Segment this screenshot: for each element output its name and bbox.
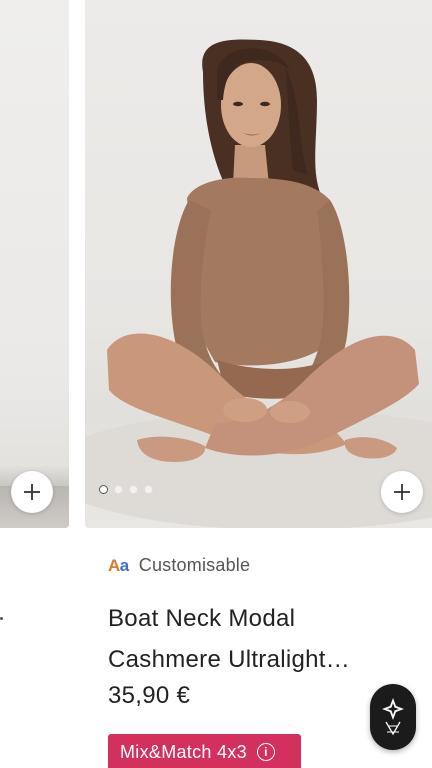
customisable-label: Customisable [138,555,251,575]
carousel-dot-3[interactable] [129,485,138,494]
mix-match-promo-badge[interactable]: Mix&Match 4x3 i [108,734,301,768]
model-photo [85,39,432,528]
carousel-dot-4[interactable] [144,485,153,494]
left-product-image[interactable] [0,0,69,528]
product-title-line-1[interactable]: Boat Neck Modal [108,598,408,639]
plus-icon [24,484,40,500]
main-product-image[interactable] [85,0,432,528]
main-add-to-cart-button[interactable] [381,471,423,513]
left-add-to-cart-button[interactable] [11,471,53,513]
brand-floating-button[interactable] [370,684,416,750]
carousel-dot-2[interactable] [114,485,123,494]
info-icon[interactable]: i [256,743,275,761]
product-title[interactable]: Boat Neck Modal Cashmere Ultralight… [108,598,408,680]
plus-icon [394,484,410,500]
image-carousel-dots[interactable] [99,485,153,494]
carousel-dot-1[interactable] [99,485,108,494]
product-price: 35,90 € [108,682,191,709]
brand-emblem-icon [382,698,404,736]
customise-aa-icon: Aa [108,556,129,575]
promo-label: Mix&Match 4x3 [120,741,247,762]
customisable-tag: Aa Customisable [108,555,250,576]
left-card-edge-mark [0,617,3,620]
product-title-line-2[interactable]: Cashmere Ultralight… [108,639,408,680]
